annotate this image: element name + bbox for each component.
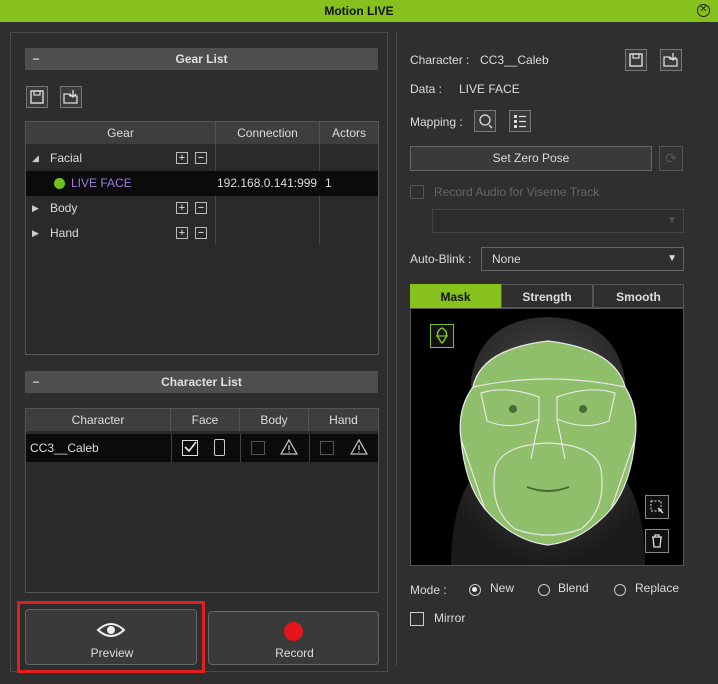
- gear-name: Facial: [50, 151, 83, 165]
- table-row[interactable]: ▶ Hand + −: [26, 221, 378, 246]
- save-icon[interactable]: [625, 49, 647, 71]
- table-row[interactable]: CC3__Caleb: [26, 434, 378, 462]
- record-icon: [284, 622, 303, 641]
- remove-icon[interactable]: −: [195, 202, 207, 214]
- table-row[interactable]: ◢ Facial + −: [26, 146, 378, 171]
- device-icon: [214, 439, 225, 456]
- warning-icon: [279, 438, 299, 466]
- gear-name: Body: [50, 201, 78, 215]
- add-icon[interactable]: +: [176, 152, 188, 164]
- gear-list-title: Gear List: [175, 52, 228, 66]
- gear-list-header[interactable]: − Gear List: [25, 48, 378, 70]
- set-zero-pose-button[interactable]: Set Zero Pose: [410, 146, 652, 171]
- chevron-down-icon: ▼: [667, 253, 677, 264]
- mirror-checkbox[interactable]: [410, 612, 424, 626]
- face-mask-viewport[interactable]: [410, 308, 684, 566]
- gear-name: Hand: [50, 226, 79, 240]
- trash-icon[interactable]: [645, 529, 669, 553]
- eye-icon: [96, 623, 126, 637]
- status-dot: [54, 178, 65, 189]
- remove-icon[interactable]: −: [195, 152, 207, 164]
- add-icon[interactable]: +: [176, 227, 188, 239]
- preview-button[interactable]: Preview: [25, 609, 197, 665]
- expand-icon[interactable]: ◢: [32, 146, 39, 171]
- save-icon[interactable]: [26, 86, 48, 108]
- auto-blink-label: Auto-Blink :: [410, 252, 472, 266]
- hand-checkbox[interactable]: [320, 441, 334, 455]
- mapping-face-icon[interactable]: [474, 110, 496, 132]
- face-column-header[interactable]: Face: [171, 409, 240, 431]
- tab-strength[interactable]: Strength: [501, 284, 593, 308]
- data-value: LIVE FACE: [459, 82, 520, 96]
- tab-smooth[interactable]: Smooth: [593, 284, 684, 308]
- hand-column-header[interactable]: Hand: [309, 409, 378, 431]
- selection-cursor-icon[interactable]: [645, 495, 669, 519]
- face-checkbox[interactable]: [182, 440, 198, 456]
- record-audio-checkbox[interactable]: [410, 185, 424, 199]
- character-value: CC3__Caleb: [480, 53, 549, 67]
- preview-label: Preview: [90, 646, 134, 660]
- warning-icon: [349, 438, 369, 466]
- character-label: Character :: [410, 53, 470, 67]
- character-column-header[interactable]: Character: [26, 409, 171, 431]
- gear-column-header[interactable]: Gear: [26, 122, 216, 144]
- list-icon[interactable]: [509, 110, 531, 132]
- remove-icon[interactable]: −: [195, 227, 207, 239]
- expand-icon[interactable]: ▶: [32, 221, 39, 246]
- auto-blink-value: None: [492, 252, 521, 266]
- expand-icon[interactable]: ▶: [32, 196, 39, 221]
- gear-name: LIVE FACE: [71, 176, 132, 190]
- chevron-down-icon: ▼: [667, 215, 677, 226]
- reset-icon[interactable]: ⟳: [659, 146, 683, 171]
- body-column-header[interactable]: Body: [240, 409, 309, 431]
- mode-replace-radio[interactable]: [614, 584, 626, 596]
- mask-select-icon[interactable]: [430, 324, 454, 348]
- mode-label: Mode :: [410, 583, 447, 597]
- body-checkbox[interactable]: [251, 441, 265, 455]
- auto-blink-dropdown[interactable]: None ▼: [481, 247, 684, 271]
- window-title: Motion LIVE: [0, 0, 718, 22]
- add-icon[interactable]: +: [176, 202, 188, 214]
- mirror-label: Mirror: [434, 611, 466, 625]
- connection-column-header[interactable]: Connection: [216, 122, 320, 144]
- mode-blend-label: Blend: [558, 581, 589, 595]
- viseme-dropdown[interactable]: ▼: [432, 209, 684, 233]
- record-button[interactable]: Record: [208, 611, 379, 665]
- record-audio-label: Record Audio for Viseme Track: [434, 185, 600, 199]
- close-icon[interactable]: ✕: [697, 4, 710, 17]
- load-icon[interactable]: [660, 49, 682, 71]
- data-label: Data :: [410, 82, 443, 96]
- mode-blend-radio[interactable]: [538, 584, 550, 596]
- connection-value: 192.168.0.141:999: [217, 176, 318, 190]
- actors-column-header[interactable]: Actors: [320, 122, 378, 144]
- record-label: Record: [275, 646, 314, 660]
- character-list-title: Character List: [161, 375, 242, 389]
- table-row[interactable]: LIVE FACE 192.168.0.141:999 1: [26, 171, 378, 196]
- actors-value: 1: [325, 176, 332, 190]
- mode-new-radio[interactable]: [469, 584, 481, 596]
- tab-mask[interactable]: Mask: [410, 284, 501, 308]
- collapse-icon[interactable]: −: [31, 371, 41, 393]
- mapping-label: Mapping :: [410, 115, 463, 129]
- mode-new-label: New: [490, 581, 515, 595]
- mode-replace-label: Replace: [635, 581, 680, 595]
- load-icon[interactable]: [60, 86, 82, 108]
- collapse-icon[interactable]: −: [31, 48, 41, 70]
- character-list-header[interactable]: − Character List: [25, 371, 378, 393]
- table-row[interactable]: ▶ Body + −: [26, 196, 378, 221]
- character-name: CC3__Caleb: [30, 441, 99, 455]
